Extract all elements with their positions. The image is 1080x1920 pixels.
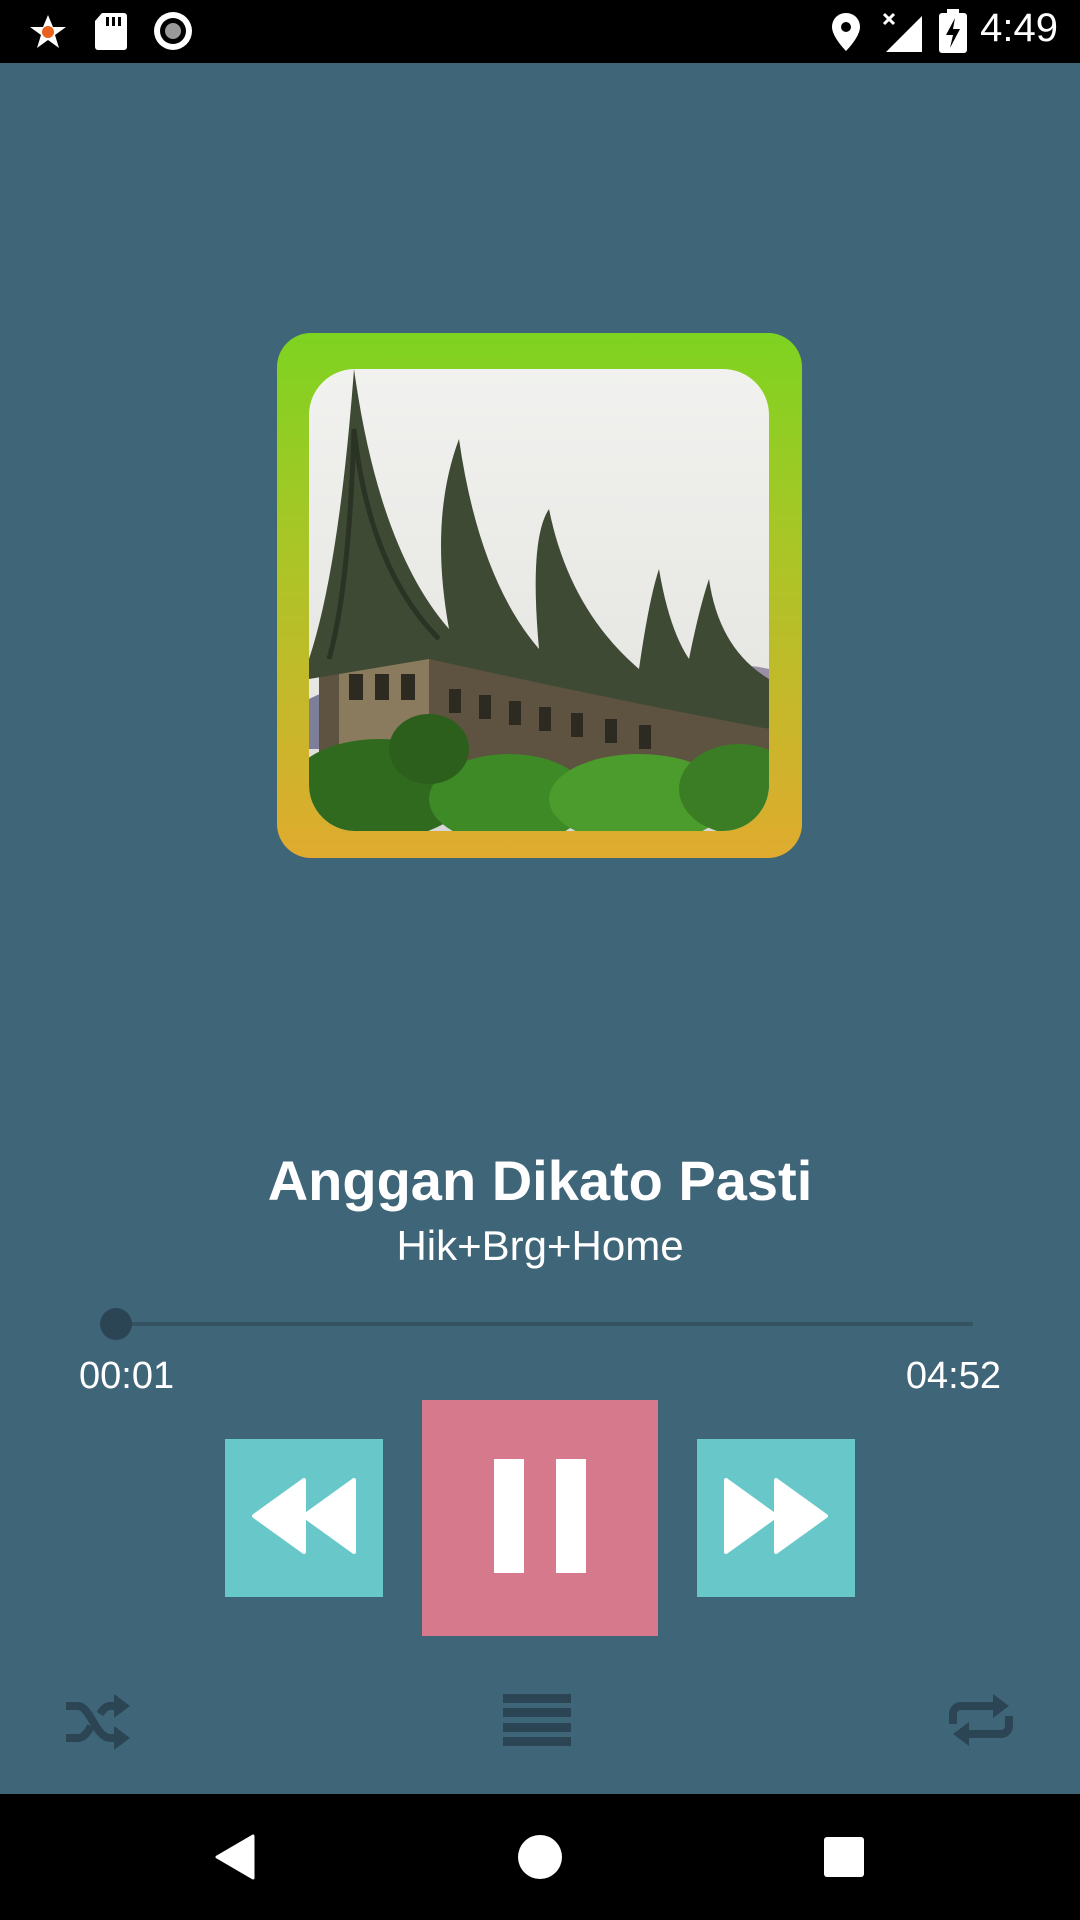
back-icon[interactable] <box>215 1834 255 1885</box>
rewind-icon <box>252 1476 356 1561</box>
pause-button[interactable] <box>422 1400 658 1636</box>
sd-card-icon <box>94 11 128 56</box>
fast-forward-icon <box>724 1476 828 1561</box>
location-icon <box>830 11 862 58</box>
album-photo <box>309 369 769 831</box>
navigation-bar <box>0 1794 1080 1920</box>
elapsed-time: 00:01 <box>79 1355 175 1397</box>
status-bar: 4:49 <box>0 0 1080 63</box>
album-art <box>277 333 802 858</box>
shuffle-icon[interactable] <box>64 1692 130 1757</box>
signal-no-data-icon <box>880 10 924 59</box>
fast-forward-button[interactable] <box>697 1439 855 1597</box>
pause-icon <box>494 1458 586 1578</box>
seek-bar[interactable] <box>99 1308 973 1340</box>
star-notification-icon <box>28 12 68 57</box>
rewind-button[interactable] <box>225 1439 383 1597</box>
repeat-icon[interactable] <box>947 1690 1015 1755</box>
status-time: 4:49 <box>980 6 1058 50</box>
total-duration: 04:52 <box>905 1355 1001 1397</box>
playlist-icon[interactable] <box>503 1694 571 1751</box>
seek-thumb[interactable] <box>99 1308 132 1340</box>
battery-charging-icon <box>938 8 968 59</box>
track-title: Anggan Dikato Pasti <box>267 1149 813 1212</box>
track-artist: Hik+Brg+Home <box>396 1222 684 1269</box>
record-icon <box>152 10 194 57</box>
home-icon[interactable] <box>518 1835 562 1879</box>
recents-icon[interactable] <box>824 1837 864 1877</box>
